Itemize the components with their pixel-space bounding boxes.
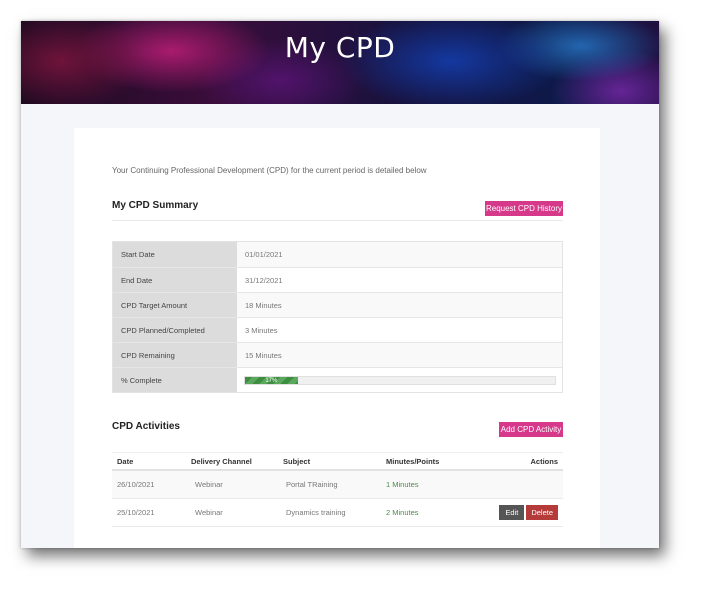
progress-fill: 17%: [245, 377, 298, 384]
summary-value-progress: 17%: [237, 368, 562, 392]
app-window: My CPD Your Continuing Professional Deve…: [21, 21, 659, 548]
cell-minutes: 2 Minutes: [386, 508, 419, 517]
page-title: My CPD: [284, 31, 396, 64]
summary-value: 01/01/2021: [237, 242, 562, 267]
summary-value: 18 Minutes: [237, 293, 562, 317]
cell-subject: Dynamics training: [286, 508, 346, 517]
summary-label: End Date: [113, 268, 237, 292]
summary-row-complete: % Complete 17%: [113, 367, 562, 392]
summary-heading: My CPD Summary: [112, 200, 199, 211]
summary-row-start-date: Start Date 01/01/2021: [113, 242, 562, 267]
summary-label: CPD Remaining: [113, 343, 237, 367]
summary-row-target: CPD Target Amount 18 Minutes: [113, 292, 562, 317]
cell-channel: Webinar: [195, 508, 223, 517]
table-row: 26/10/2021 Webinar Portal TRaining 1 Min…: [112, 471, 563, 499]
intro-text: Your Continuing Professional Development…: [112, 166, 427, 175]
cell-channel: Webinar: [195, 480, 223, 489]
summary-row-end-date: End Date 31/12/2021: [113, 267, 562, 292]
request-cpd-history-button[interactable]: Request CPD History: [485, 201, 563, 216]
cell-date: 25/10/2021: [117, 508, 155, 517]
summary-label: % Complete: [113, 368, 237, 392]
summary-row-remaining: CPD Remaining 15 Minutes: [113, 342, 562, 367]
activities-table: Date Delivery Channel Subject Minutes/Po…: [112, 452, 563, 527]
table-header: Date Delivery Channel Subject Minutes/Po…: [112, 452, 563, 471]
column-header-actions: Actions: [530, 456, 558, 466]
summary-divider: [112, 220, 563, 221]
summary-table: Start Date 01/01/2021 End Date 31/12/202…: [112, 241, 563, 393]
header-banner: My CPD: [21, 21, 659, 104]
cell-actions: Edit Delete: [493, 505, 563, 520]
progress-bar: 17%: [244, 376, 556, 385]
cell-minutes: 1 Minutes: [386, 480, 419, 489]
cell-date: 26/10/2021: [117, 480, 155, 489]
add-cpd-activity-button[interactable]: Add CPD Activity: [499, 422, 563, 437]
summary-row-planned: CPD Planned/Completed 3 Minutes: [113, 317, 562, 342]
delete-button[interactable]: Delete: [526, 505, 558, 520]
edit-button[interactable]: Edit: [499, 505, 525, 520]
summary-label: CPD Target Amount: [113, 293, 237, 317]
summary-label: Start Date: [113, 242, 237, 267]
column-header-minutes: Minutes/Points: [386, 456, 440, 466]
table-row: 25/10/2021 Webinar Dynamics training 2 M…: [112, 499, 563, 527]
summary-label: CPD Planned/Completed: [113, 318, 237, 342]
cell-subject: Portal TRaining: [286, 480, 338, 489]
activities-heading: CPD Activities: [112, 421, 180, 432]
cpd-card: Your Continuing Professional Development…: [74, 128, 600, 548]
column-header-date: Date: [117, 456, 134, 466]
column-header-subject: Subject: [283, 456, 311, 466]
summary-value: 3 Minutes: [237, 318, 562, 342]
summary-value: 15 Minutes: [237, 343, 562, 367]
summary-value: 31/12/2021: [237, 268, 562, 292]
column-header-channel: Delivery Channel: [191, 456, 252, 466]
